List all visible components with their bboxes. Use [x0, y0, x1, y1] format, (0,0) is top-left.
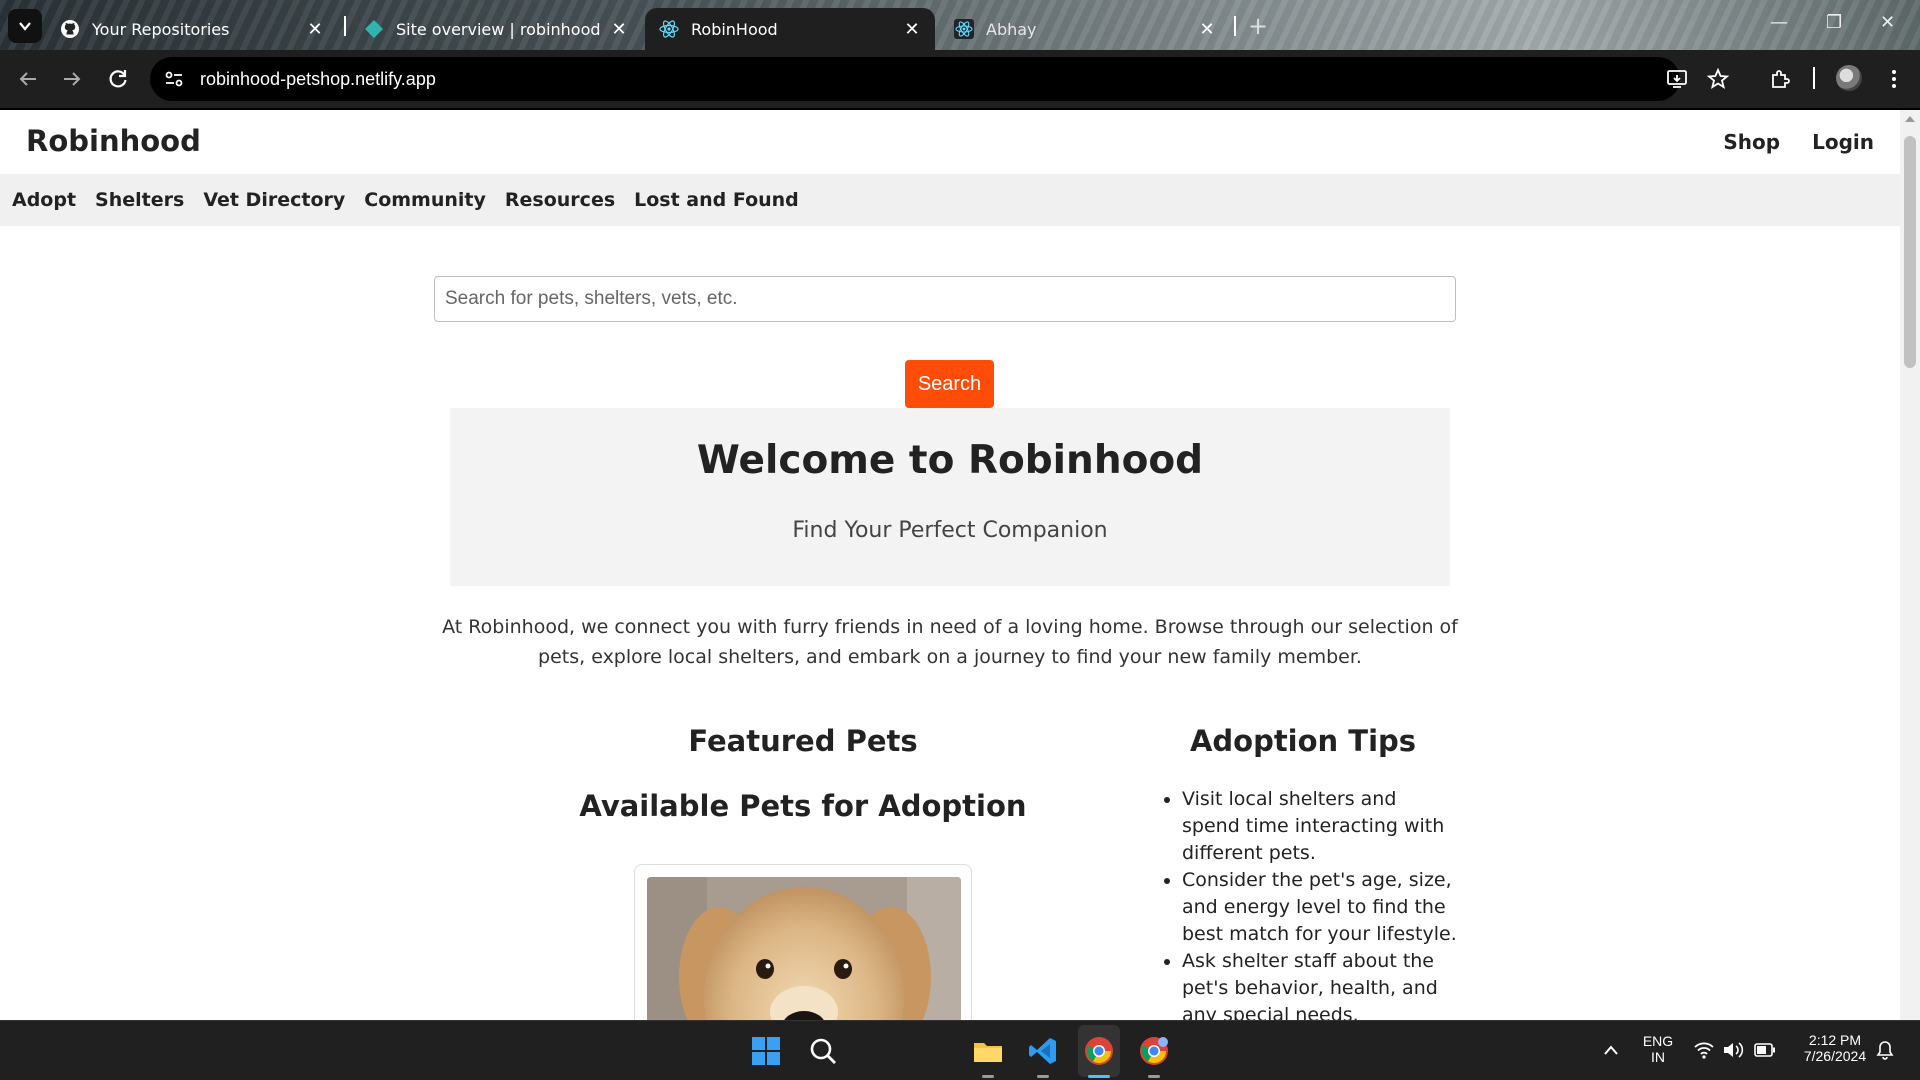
search-button[interactable]: Search: [905, 360, 994, 408]
site-info-icon[interactable]: [162, 67, 186, 91]
toolbar-separator: [1813, 67, 1815, 89]
tab-separator: [1234, 16, 1236, 36]
pet-photo-puppy: [647, 877, 961, 1020]
volume-icon[interactable]: [1722, 1041, 1744, 1059]
tab-your-repositories[interactable]: Your Repositories ✕: [46, 8, 338, 50]
header-links: Shop Login: [1723, 130, 1874, 154]
scroll-up-arrow-icon[interactable]: [1905, 116, 1915, 122]
bookmark-star-icon[interactable]: [1706, 67, 1730, 91]
react-icon: [954, 19, 974, 39]
nav-vet-directory[interactable]: Vet Directory: [203, 189, 345, 211]
login-link[interactable]: Login: [1812, 130, 1874, 154]
nav-lost-and-found[interactable]: Lost and Found: [634, 189, 799, 211]
netlify-icon: [364, 19, 384, 39]
site-logo[interactable]: Robinhood: [26, 124, 201, 158]
region-code: IN: [1651, 1049, 1665, 1065]
shop-link[interactable]: Shop: [1723, 130, 1780, 154]
chevron-down-icon: [19, 22, 31, 31]
battery-icon[interactable]: [1754, 1042, 1776, 1058]
hero-banner: Welcome to Robinhood Find Your Perfect C…: [450, 408, 1450, 586]
close-icon[interactable]: ✕: [903, 19, 921, 40]
tab-title: RobinHood: [691, 19, 778, 39]
tip-item: Consider the pet's age, size, and energy…: [1182, 867, 1457, 948]
windows-taskbar: ENG IN 2:12 PM 7/26/2024: [0, 1020, 1920, 1080]
clock-time: 2:12 PM: [1808, 1032, 1862, 1048]
nav-community[interactable]: Community: [364, 189, 486, 211]
github-icon: [60, 19, 80, 39]
vscode-icon[interactable]: [1027, 1035, 1059, 1067]
new-tab-plus-icon[interactable]: +: [1248, 12, 1268, 40]
browser-tab-strip: Your Repositories ✕ Site overview | robi…: [0, 0, 1920, 50]
url-text: robinhood-petshop.netlify.app: [200, 68, 436, 89]
tab-robinhood[interactable]: RobinHood ✕: [645, 8, 935, 50]
nav-shelters[interactable]: Shelters: [95, 189, 184, 211]
nav-resources[interactable]: Resources: [505, 189, 615, 211]
tab-title: Site overview | robinhood-pet: [396, 19, 600, 39]
language-indicator[interactable]: ENG IN: [1638, 1033, 1678, 1065]
reload-icon[interactable]: [106, 67, 130, 91]
running-indicator: [982, 1075, 994, 1078]
windows-start-icon[interactable]: [750, 1035, 782, 1067]
search-icon[interactable]: [807, 1035, 839, 1067]
tab-site-overview[interactable]: Site overview | robinhood-pet ✕: [350, 8, 642, 50]
hero-title: Welcome to Robinhood: [696, 438, 1204, 483]
tip-item: Ask shelter staff about the pet's behavi…: [1182, 948, 1457, 1020]
tab-title: Your Repositories: [92, 19, 230, 39]
tab-separator: [344, 16, 346, 36]
available-pets-heading: Available Pets for Adoption: [579, 789, 1027, 823]
back-arrow-icon[interactable]: [16, 67, 40, 91]
clock[interactable]: 2:12 PM 7/26/2024: [1790, 1032, 1880, 1064]
tab-title: Abhay: [986, 19, 1037, 39]
active-indicator: [1088, 1075, 1110, 1078]
clock-date: 7/26/2024: [1803, 1048, 1867, 1064]
close-icon[interactable]: ✕: [610, 19, 628, 40]
forward-arrow-icon[interactable]: [60, 67, 84, 91]
close-icon[interactable]: ✕: [1198, 19, 1216, 40]
web-page: Robinhood Shop Login Adopt Shelters Vet …: [0, 110, 1900, 1020]
tab-search-button[interactable]: [8, 9, 42, 43]
featured-pets-heading: Featured Pets: [688, 724, 918, 758]
main-navigation: Adopt Shelters Vet Directory Community R…: [0, 174, 1900, 226]
adoption-tips-list: Visit local shelters and spend time inte…: [1182, 786, 1457, 1020]
tab-abhay[interactable]: Abhay ✕: [940, 8, 1230, 50]
running-indicator: [1148, 1075, 1160, 1078]
site-header: Robinhood Shop Login: [0, 110, 1900, 174]
running-indicator: [1037, 1075, 1049, 1078]
notification-bell-icon[interactable]: [1876, 1040, 1894, 1060]
restore-icon[interactable]: ❐: [1826, 12, 1842, 33]
react-icon: [659, 19, 679, 39]
language-code: ENG: [1642, 1033, 1674, 1049]
hero-subtitle: Find Your Perfect Companion: [792, 518, 1108, 543]
install-app-icon[interactable]: [1665, 67, 1689, 91]
window-close-icon[interactable]: ✕: [1880, 12, 1895, 33]
more-menu-icon[interactable]: [1882, 67, 1906, 91]
tip-item: Visit local shelters and spend time inte…: [1182, 786, 1457, 867]
scrollbar-thumb[interactable]: [1904, 136, 1916, 368]
minimize-icon[interactable]: —: [1770, 12, 1788, 33]
adoption-tips-heading: Adoption Tips: [1189, 724, 1417, 758]
browser-toolbar: robinhood-petshop.netlify.app: [0, 50, 1920, 108]
chrome-icon[interactable]: [1083, 1035, 1115, 1067]
chevron-up-icon[interactable]: [1603, 1044, 1619, 1056]
page-scrollbar[interactable]: [1900, 110, 1920, 1020]
address-bar[interactable]: robinhood-petshop.netlify.app: [150, 57, 1680, 101]
nav-adopt[interactable]: Adopt: [12, 189, 76, 211]
profile-avatar[interactable]: [1836, 65, 1862, 91]
extensions-puzzle-icon[interactable]: [1768, 67, 1792, 91]
pet-card[interactable]: [634, 864, 972, 1020]
search-input[interactable]: [434, 276, 1456, 322]
wifi-icon[interactable]: [1694, 1041, 1714, 1059]
close-icon[interactable]: ✕: [306, 19, 324, 40]
chrome-profile-icon[interactable]: [1138, 1035, 1170, 1067]
intro-paragraph: At Robinhood, we connect you with furry …: [442, 616, 1458, 668]
file-explorer-icon[interactable]: [972, 1035, 1004, 1067]
